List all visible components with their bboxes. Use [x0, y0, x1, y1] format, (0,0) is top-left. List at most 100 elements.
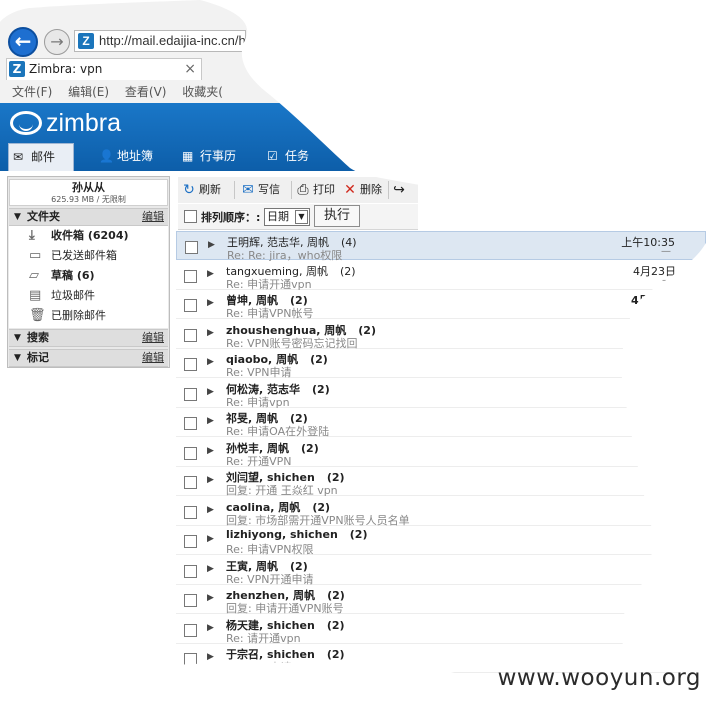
collapse-triangle-icon[interactable]: ▼	[14, 209, 21, 225]
refresh-button[interactable]: ↻ 刷新	[180, 181, 221, 199]
tab-mail[interactable]: ✉ 邮件	[8, 143, 74, 171]
table-row[interactable]: ▶ lizhiyong, shichen (2) Re: 申请VPN权限	[176, 526, 706, 556]
print-button[interactable]: ⎙ 打印	[294, 181, 335, 199]
row-checkbox[interactable]	[184, 329, 197, 342]
expand-triangle-icon[interactable]: ▶	[207, 652, 214, 662]
sort-select[interactable]: 日期 ▼	[264, 208, 310, 226]
table-row[interactable]: ▶ 孙悦丰, 周帆 (2) Re: 开通VPN	[176, 438, 706, 468]
tab-calendar[interactable]: ▦ 行事历	[178, 143, 236, 171]
expand-triangle-icon[interactable]: ▶	[207, 475, 214, 485]
folder-label: 收件箱 (6204)	[51, 229, 129, 242]
expand-triangle-icon[interactable]: ▶	[207, 564, 214, 574]
tasks-icon: ☑	[267, 149, 278, 163]
expand-triangle-icon[interactable]: ▶	[207, 269, 214, 279]
expand-triangle-icon[interactable]: ▶	[207, 623, 214, 633]
expand-triangle-icon[interactable]: ▶	[207, 682, 214, 692]
table-row[interactable]: ▶ caolina, 周帆 (2) 回复: 市场部需开通VPN账号人员名单	[176, 497, 706, 527]
expand-triangle-icon[interactable]: ▶	[207, 534, 214, 544]
row-checkbox[interactable]	[184, 417, 197, 430]
table-row[interactable]: ▶ 王寅, 周帆 (2) Re: VPN开通申请	[176, 556, 706, 586]
tab-title: Zimbra: vpn	[29, 62, 103, 76]
compose-icon: ✉	[242, 182, 254, 198]
sort-bar: 排列顺序：: 日期 ▼ 执行	[178, 204, 418, 230]
table-row[interactable]: ▶ qiaobo, 周帆 (2) Re: VPN申请	[176, 349, 706, 379]
tab-contacts[interactable]: 👤 地址簿	[95, 143, 153, 171]
sidebar-item-trash[interactable]: 🗑 已删除邮件	[27, 306, 106, 326]
row-checkbox[interactable]	[184, 594, 197, 607]
row-checkbox[interactable]	[184, 535, 197, 548]
address-bar[interactable]: Z http://mail.edaijia-inc.cn/h	[74, 30, 246, 52]
zimbra-face-icon	[10, 111, 42, 135]
folders-edit-link[interactable]: 编辑	[142, 209, 164, 225]
table-row[interactable]: ▶ 杨天建, shichen (2) Re: 请开通vpn	[176, 615, 706, 645]
delete-button[interactable]: ✕ 删除	[341, 181, 382, 199]
expand-triangle-icon[interactable]: ▶	[207, 357, 214, 367]
row-checkbox[interactable]	[184, 624, 197, 637]
row-checkbox[interactable]	[184, 683, 197, 696]
select-all-checkbox[interactable]	[184, 210, 197, 223]
search-header[interactable]: ▼ 搜索 编辑	[9, 329, 168, 347]
table-row[interactable]: ▶ zhoushenghua, 周帆 (2) Re: VPN账号密码忘记找回 4	[176, 320, 706, 350]
sidebar-item-inbox[interactable]: ⤓ 收件箱 (6204)	[27, 226, 129, 246]
folder-list: ⤓ 收件箱 (6204) ▭ 已发送邮件箱 ▱ 草稿 (6) ▤ 垃圾邮件 🗑 …	[9, 226, 168, 328]
refresh-icon: ↻	[183, 182, 195, 198]
tab-tasks[interactable]: ☑ 任务	[263, 143, 309, 171]
row-checkbox[interactable]	[184, 653, 197, 666]
table-row[interactable]: ▶ zhenzhen, 周帆 (2) 回复: 申请开通VPN账号	[176, 585, 706, 615]
table-row[interactable]: ▶ tangxueming, 周帆 (2) Re: 申请开通vpn 4月23日 —	[176, 261, 706, 291]
app-header: zimbra ✉ 邮件 👤 地址簿 ▦ 行事历 ☑ 任务	[0, 103, 711, 171]
message-list: ▶ 王明辉, 范志华, 周帆 (4) Re: Re: jira，who权限 上午10:3…	[176, 231, 706, 701]
expand-triangle-icon[interactable]: ▶	[207, 593, 214, 603]
expand-triangle-icon[interactable]: ▶	[207, 416, 214, 426]
table-row[interactable]: ▶ 王明辉, 范志华, 周帆 (4) Re: Re: jira，who权限 上午10:3…	[176, 231, 706, 262]
sidebar-item-junk[interactable]: ▤ 垃圾邮件	[27, 286, 95, 306]
folders-header[interactable]: ▼ 文件夹 编辑	[9, 208, 168, 226]
row-checkbox[interactable]	[184, 270, 197, 283]
compose-button[interactable]: ✉ 写信	[239, 181, 280, 199]
collapse-triangle-icon[interactable]: ▼	[14, 350, 21, 366]
tags-header[interactable]: ▼ 标记 编辑	[9, 349, 168, 367]
tags-edit-link[interactable]: 编辑	[142, 350, 164, 366]
browser-tab[interactable]: Z Zimbra: vpn ×	[6, 58, 202, 80]
table-row[interactable]: ▶ 何松涛, 范志华 (2) Re: 申请vpn	[176, 379, 706, 409]
app-tabs: ✉ 邮件 👤 地址簿 ▦ 行事历 ☑ 任务	[0, 141, 711, 171]
back-button[interactable]: ←	[8, 27, 38, 57]
menu-file[interactable]: 文件(F)	[12, 82, 52, 102]
menu-edit[interactable]: 编辑(E)	[68, 82, 109, 102]
row-checkbox[interactable]	[184, 447, 197, 460]
table-row[interactable]: ▶ 祁旻, 周帆 (2) Re: 申请OA在外登陆	[176, 408, 706, 438]
expand-triangle-icon[interactable]: ▶	[207, 298, 214, 308]
expand-triangle-icon[interactable]: ▶	[207, 387, 214, 397]
expand-triangle-icon[interactable]: ▶	[208, 240, 215, 250]
execute-button[interactable]: 执行	[314, 205, 360, 227]
calendar-icon: ▦	[182, 149, 194, 163]
row-checkbox[interactable]	[184, 565, 197, 578]
sidebar-item-sent[interactable]: ▭ 已发送邮件箱	[27, 246, 117, 266]
tab-close-button[interactable]: ×	[184, 59, 196, 79]
row-checkbox[interactable]	[184, 358, 197, 371]
menu-view[interactable]: 查看(V)	[125, 82, 167, 102]
sidebar-item-drafts[interactable]: ▱ 草稿 (6)	[27, 266, 95, 286]
torn-mask-bottom-left	[0, 370, 176, 708]
row-checkbox[interactable]	[184, 388, 197, 401]
forward-button[interactable]: →	[44, 29, 70, 55]
row-checkbox[interactable]	[185, 241, 198, 254]
row-checkbox[interactable]	[184, 476, 197, 489]
expand-triangle-icon[interactable]: ▶	[207, 505, 214, 515]
row-checkbox[interactable]	[184, 299, 197, 312]
menu-favorites[interactable]: 收藏夹(	[182, 82, 223, 102]
row-checkbox[interactable]	[184, 506, 197, 519]
search-edit-link[interactable]: 编辑	[142, 330, 164, 346]
table-row[interactable]: ▶ 刘闫望, shichen (2) 回复: 开通 王焱红 vpn	[176, 467, 706, 497]
expand-triangle-icon[interactable]: ▶	[207, 328, 214, 338]
collapse-triangle-icon[interactable]: ▼	[14, 330, 21, 346]
table-row[interactable]: ▶ 曾坤, 周帆 (2) Re: 申请VPN帐号 4月23日	[176, 290, 706, 320]
folder-label: 已发送邮件箱	[51, 249, 117, 262]
contacts-icon: 👤	[99, 149, 114, 163]
sort-label: 排列顺序：:	[201, 211, 261, 224]
watermark-text: www.wooyun.org	[497, 665, 701, 691]
expand-triangle-icon[interactable]: ▶	[207, 446, 214, 456]
delete-label: 删除	[360, 183, 382, 196]
move-icon: ↪	[393, 182, 405, 198]
more-actions-button[interactable]: ↪	[390, 181, 409, 199]
